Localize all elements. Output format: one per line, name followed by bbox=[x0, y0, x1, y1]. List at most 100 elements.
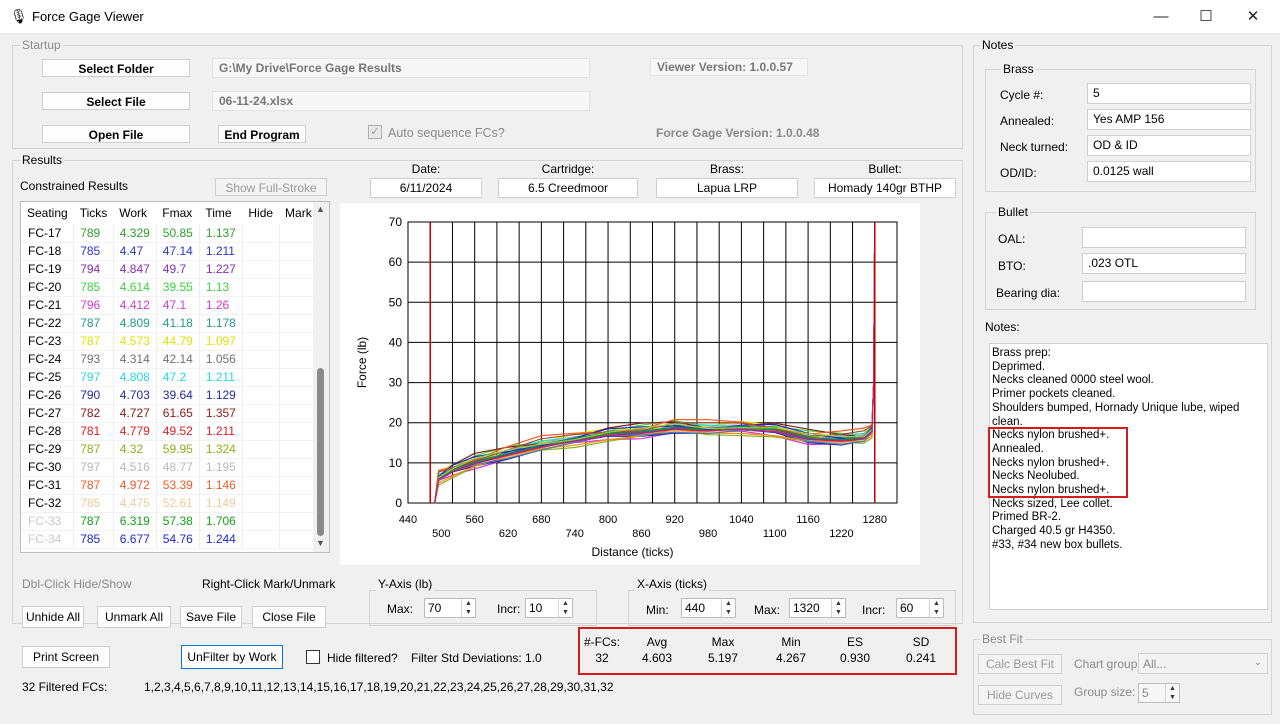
scroll-up-icon[interactable]: ▲ bbox=[316, 204, 325, 214]
stat-es-header: ES bbox=[846, 635, 863, 649]
bullet-field[interactable]: Homady 140gr BTHP bbox=[814, 178, 956, 198]
results-table-container[interactable]: Seating Ticks Work Fmax Time Hide Mark FC-17 78… bbox=[20, 201, 330, 553]
unmark-all-button[interactable]: Unmark All bbox=[97, 606, 171, 628]
odid-label: OD/ID: bbox=[1000, 166, 1037, 180]
bullet-group-label: Bullet bbox=[996, 205, 1031, 219]
auto-sequence-checkbox[interactable]: ✓ bbox=[368, 125, 382, 139]
unhide-all-button[interactable]: Unhide All bbox=[22, 606, 84, 628]
yincr-arrows-icon[interactable]: ▲ ▼ bbox=[558, 599, 572, 617]
group-size-spinner[interactable]: 5 ▲ ▼ bbox=[1138, 683, 1180, 703]
date-field[interactable]: 6/11/2024 bbox=[370, 178, 482, 198]
x-tick-label: 500 bbox=[432, 528, 450, 540]
xincr-arrows-icon[interactable]: ▲ ▼ bbox=[929, 599, 943, 617]
cell-time: 1.244 bbox=[199, 530, 243, 549]
group-size-value: 5 bbox=[1142, 686, 1149, 700]
table-row[interactable]: FC-25 797 4.808 47.2 1.211 bbox=[21, 368, 319, 387]
table-row[interactable]: FC-19 794 4.847 49.7 1.227 bbox=[21, 260, 319, 279]
cell-time: 1.149 bbox=[199, 494, 243, 513]
xincr-label: Incr: bbox=[862, 603, 886, 617]
force-chart[interactable]: 0 10 20 30 40 50 60 70 440 560 680 800 920 1040 1160 12… bbox=[340, 203, 920, 565]
oal-field[interactable] bbox=[1082, 227, 1246, 248]
xmin-spinner[interactable]: 440 ▲ ▼ bbox=[681, 598, 736, 618]
table-row[interactable]: FC-17 789 4.329 50.85 1.137 bbox=[21, 224, 319, 243]
table-row[interactable]: FC-26 790 4.703 39.64 1.129 bbox=[21, 386, 319, 405]
show-full-stroke-button[interactable]: Show Full-Stroke bbox=[215, 178, 327, 196]
save-file-button[interactable]: Save File bbox=[180, 606, 242, 628]
print-screen-button[interactable]: Print Screen bbox=[22, 646, 110, 668]
results-scrollbar[interactable]: ▲ ▼ bbox=[313, 202, 329, 552]
table-row[interactable]: FC-24 793 4.314 42.14 1.056 bbox=[21, 350, 319, 369]
xmin-arrows-icon[interactable]: ▲ ▼ bbox=[721, 599, 735, 617]
table-row[interactable]: FC-30 797 4.516 48.77 1.195 bbox=[21, 458, 319, 477]
select-file-button[interactable]: Select File bbox=[42, 92, 190, 110]
table-row[interactable]: FC-20 785 4.614 39.55 1.13 bbox=[21, 278, 319, 297]
table-row[interactable]: FC-32 785 4.475 52.61 1.149 bbox=[21, 494, 319, 513]
ymax-arrows-icon[interactable]: ▲ ▼ bbox=[461, 599, 475, 617]
table-row[interactable]: FC-33 787 6.319 57.38 1.706 bbox=[21, 512, 319, 531]
table-row[interactable]: FC-31 787 4.972 53.39 1.146 bbox=[21, 476, 319, 495]
cell-hide bbox=[242, 332, 280, 351]
neck-turned-field[interactable]: OD & ID bbox=[1087, 135, 1251, 156]
group-size-arrows-icon[interactable]: ▲ ▼ bbox=[1165, 684, 1179, 702]
constrained-results-label: Constrained Results bbox=[20, 179, 129, 193]
close-icon[interactable]: ✕ bbox=[1230, 0, 1276, 34]
cycle-field[interactable]: 5 bbox=[1087, 83, 1251, 104]
end-program-button[interactable]: End Program bbox=[218, 125, 306, 143]
x-tick-label: 1280 bbox=[863, 514, 887, 526]
brass-field[interactable]: Lapua LRP bbox=[656, 178, 798, 198]
table-row[interactable]: FC-22 787 4.809 41.18 1.178 bbox=[21, 314, 319, 333]
cell-id: FC-20 bbox=[21, 278, 75, 297]
column-header-ticks[interactable]: Ticks bbox=[74, 202, 114, 224]
table-row[interactable]: FC-28 781 4.779 49.52 1.211 bbox=[21, 422, 319, 441]
column-header-fmax[interactable]: Fmax bbox=[156, 202, 199, 224]
cell-time: 1.056 bbox=[199, 350, 243, 369]
open-file-button[interactable]: Open File bbox=[42, 125, 190, 143]
cartridge-field[interactable]: 6.5 Creedmoor bbox=[498, 178, 638, 198]
cell-ticks: 787 bbox=[73, 440, 114, 459]
xmax-arrows-icon[interactable]: ▲ ▼ bbox=[831, 599, 845, 617]
table-row[interactable]: FC-27 782 4.727 61.65 1.357 bbox=[21, 404, 319, 423]
table-row[interactable]: FC-18 785 4.47 47.14 1.211 bbox=[21, 242, 319, 261]
select-folder-button[interactable]: Select Folder bbox=[42, 59, 190, 77]
annealed-field[interactable]: Yes AMP 156 bbox=[1087, 109, 1251, 130]
table-row[interactable]: FC-29 787 4.32 59.95 1.324 bbox=[21, 440, 319, 459]
chevron-down-icon[interactable]: ⌄ bbox=[1254, 657, 1262, 668]
cell-id: FC-21 bbox=[21, 296, 75, 315]
bto-field[interactable]: .023 OTL bbox=[1082, 253, 1246, 274]
cell-mark bbox=[279, 512, 319, 531]
ymax-spinner[interactable]: 70 ▲ ▼ bbox=[424, 598, 476, 618]
stats-box: #-FCs: 32 Avg 4.603 Max 5.197 Min 4.267 … bbox=[578, 627, 957, 675]
column-header-mark[interactable]: Mark bbox=[279, 202, 318, 224]
chart-group-select[interactable]: All... ⌄ bbox=[1138, 653, 1268, 674]
column-header-work[interactable]: Work bbox=[113, 202, 156, 224]
table-row[interactable]: FC-21 796 4.412 47.1 1.26 bbox=[21, 296, 319, 315]
xmax-spinner[interactable]: 1320 ▲ ▼ bbox=[789, 598, 846, 618]
cell-mark bbox=[279, 260, 319, 279]
bearing-dia-field[interactable] bbox=[1082, 281, 1246, 302]
column-header-seating[interactable]: Seating bbox=[21, 202, 74, 224]
hide-filtered-checkbox[interactable] bbox=[306, 650, 320, 664]
cell-hide bbox=[242, 296, 280, 315]
calc-best-fit-button[interactable]: Calc Best Fit bbox=[978, 654, 1062, 674]
scrollbar-thumb[interactable] bbox=[317, 368, 324, 536]
hide-curves-button[interactable]: Hide Curves bbox=[978, 685, 1062, 705]
xincr-spinner[interactable]: 60 ▲ ▼ bbox=[896, 598, 944, 618]
odid-field[interactable]: 0.0125 wall bbox=[1087, 161, 1251, 182]
notes-label: Notes bbox=[980, 38, 1016, 52]
unfilter-by-work-button[interactable]: UnFilter by Work bbox=[181, 645, 283, 669]
y-tick-label: 40 bbox=[389, 335, 403, 349]
cell-time: 1.146 bbox=[199, 476, 243, 495]
table-row[interactable]: FC-23 787 4.573 44.79 1.097 bbox=[21, 332, 319, 351]
minimize-icon[interactable]: — bbox=[1138, 0, 1184, 34]
column-header-time[interactable]: Time bbox=[199, 202, 242, 224]
results-table[interactable]: Seating Ticks Work Fmax Time Hide Mark FC-17 78… bbox=[21, 202, 319, 549]
close-file-button[interactable]: Close File bbox=[252, 606, 326, 628]
cell-work: 4.329 bbox=[113, 224, 157, 243]
yincr-spinner[interactable]: 10 ▲ ▼ bbox=[525, 598, 573, 618]
cell-ticks: 785 bbox=[73, 530, 114, 549]
scroll-down-icon[interactable]: ▼ bbox=[316, 538, 325, 548]
maximize-icon[interactable]: ☐ bbox=[1183, 0, 1229, 34]
notes-highlight-box bbox=[988, 427, 1128, 498]
table-row[interactable]: FC-34 785 6.677 54.76 1.244 bbox=[21, 530, 319, 549]
column-header-hide[interactable]: Hide bbox=[242, 202, 279, 224]
